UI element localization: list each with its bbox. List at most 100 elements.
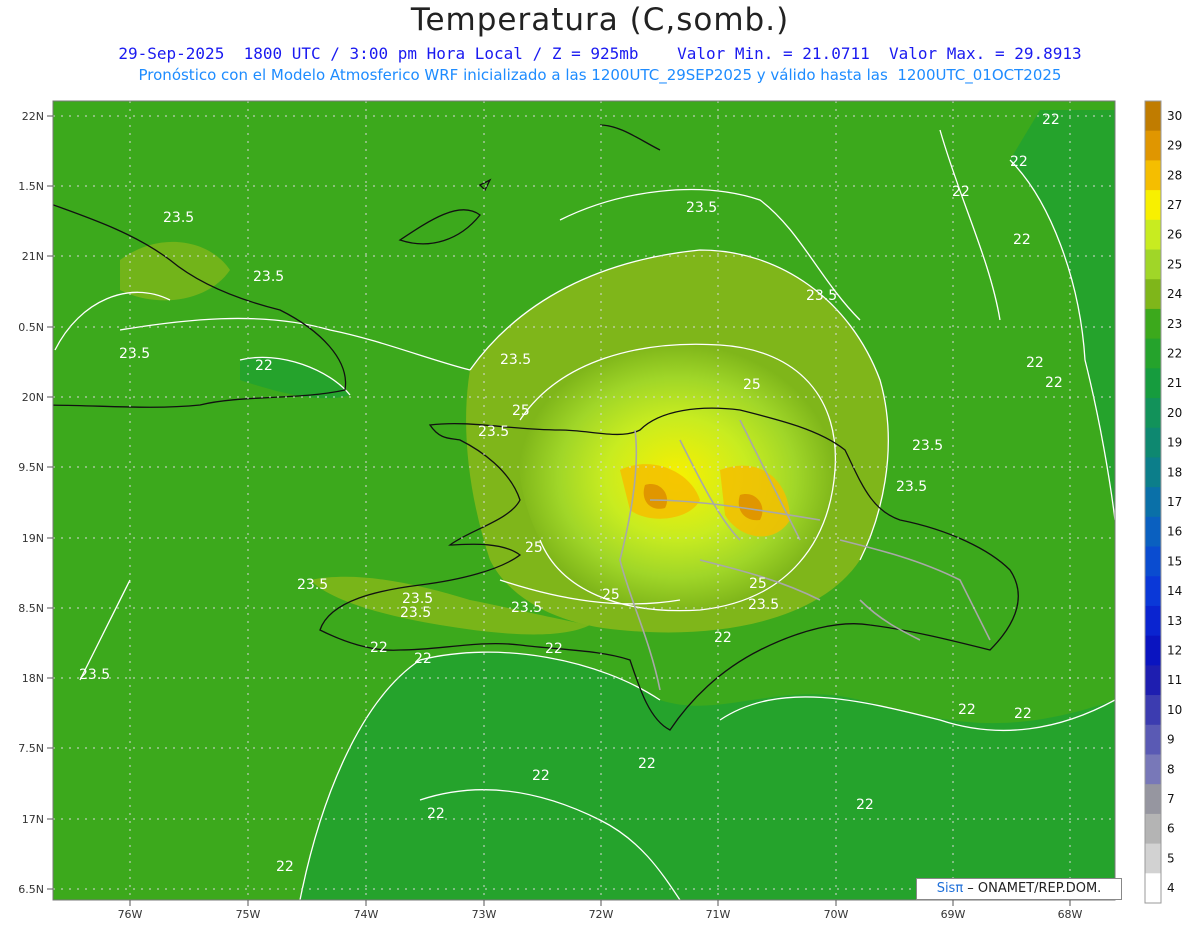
contour-label: 22 [1013,232,1031,248]
lon-label: 76W [118,908,143,921]
colorbar-legend: 30 29 28 27 26 25 24 23 22 21 20 19 18 17 16 15 14 13 12 11… [1144,100,1182,904]
contour-label: 22 [714,630,732,646]
brand-logo-text: Sisπ [936,881,964,896]
colorbar-swatch [1145,219,1161,251]
colorbar-swatch [1145,279,1161,310]
lat-label: 7.5N [18,742,44,755]
colorbar-swatch [1145,724,1161,755]
contour-label: 22 [1026,355,1044,371]
lat-label: 17N [22,813,44,826]
colorbar-label: 7 [1167,792,1175,806]
lon-tick: 74W [354,900,379,921]
colorbar-swatch [1145,249,1161,280]
lon-label: 69W [941,908,966,921]
colorbar-swatch [1145,457,1161,488]
lat-tick: 9.5N [18,461,53,474]
colorbar-label: 28 [1167,168,1182,182]
colorbar-label: 23 [1167,317,1182,331]
contour-label: 23.5 [511,600,542,616]
colorbar-label: 9 [1167,733,1175,747]
contour-label: 22 [255,358,273,374]
colorbar-label: 6 [1167,822,1175,836]
colorbar-label: 12 [1167,644,1182,658]
longitude-axis: 76W 75W 74W 73W 72W 71W 70W 69W 68W [118,900,1083,921]
colorbar-swatch [1145,843,1161,874]
lon-label: 68W [1058,908,1083,921]
colorbar-swatch [1145,338,1161,369]
colorbar-swatch [1145,487,1161,518]
colorbar-swatch [1145,130,1161,161]
colorbar-swatch [1145,635,1161,666]
contour-label: 23.5 [163,210,194,226]
contour-label: 23.5 [912,438,943,454]
field-layer: 22 22 22 22 22 22 22 22 22 22 22 22 22 2… [53,101,1115,900]
latitude-axis: 22N 1.5N 21N 0.5N 20N 9.5N 19N 8.5N 18N … [18,110,53,896]
contour-label: 23.5 [119,346,150,362]
lat-tick: 1.5N [18,180,53,193]
colorbar-label: 11 [1167,673,1182,687]
contour-label: 22 [952,184,970,200]
colorbar-label: 27 [1167,198,1182,212]
colorbar-label: 5 [1167,851,1175,865]
contour-label: 23.5 [253,269,284,285]
credit-text: – ONAMET/REP.DOM. [963,881,1102,896]
lon-tick: 68W [1058,900,1083,921]
lon-tick: 76W [118,900,143,921]
contour-label: 22 [856,797,874,813]
colorbar-label: 24 [1167,287,1182,301]
colorbar-label: 19 [1167,436,1182,450]
contour-label: 25 [512,403,530,419]
contour-label: 22 [414,651,432,667]
lat-label: 19N [22,532,44,545]
colorbar-label: 26 [1167,228,1182,242]
contour-label: 22 [1045,375,1063,391]
colorbar-swatch [1145,368,1161,399]
colorbar-label: 14 [1167,584,1182,598]
lat-label: 6.5N [18,883,44,896]
lon-label: 70W [824,908,849,921]
contour-label: 22 [276,859,294,875]
colorbar-swatch [1145,427,1161,458]
colorbar-label: 10 [1167,703,1182,717]
lat-label: 8.5N [18,602,44,615]
lat-label: 20N [22,391,44,404]
colorbar-swatch [1145,398,1161,429]
lon-label: 75W [236,908,261,921]
contour-label: 22 [370,640,388,656]
lon-tick: 75W [236,900,261,921]
colorbar-label: 16 [1167,525,1182,539]
lat-tick: 17N [22,813,53,826]
lat-label: 0.5N [18,321,44,334]
lon-tick: 69W [941,900,966,921]
contour-label: 22 [532,768,550,784]
colorbar-swatch [1145,516,1161,548]
colorbar-label: 4 [1167,881,1175,895]
lon-tick: 70W [824,900,849,921]
contour-label: 22 [638,756,656,772]
lon-tick: 71W [706,900,731,921]
contour-label: 22 [545,641,563,657]
contour-label: 23.5 [806,288,837,304]
colorbar-label: 30 [1167,109,1182,123]
colorbar-swatch [1145,665,1161,696]
colorbar-swatch [1145,160,1161,191]
contour-label: 23.5 [686,200,717,216]
contour-label: 23.5 [400,605,431,621]
colorbar-swatch [1145,576,1161,607]
lon-label: 74W [354,908,379,921]
lat-tick: 19N [22,532,53,545]
colorbar-label: 18 [1167,465,1182,479]
contour-label: 22 [427,806,445,822]
lat-tick: 22N [22,110,53,123]
contour-label: 22 [1042,112,1060,128]
lat-tick: 6.5N [18,883,53,896]
colorbar-label: 22 [1167,346,1182,360]
colorbar-swatch [1145,873,1161,904]
colorbar-swatch [1145,695,1161,726]
contour-label: 25 [743,377,761,393]
colorbar-label: 25 [1167,257,1182,271]
colorbar-swatch [1145,546,1161,577]
lat-tick: 20N [22,391,53,404]
colorbar-label: 8 [1167,762,1175,776]
contour-label: 23.5 [79,667,110,683]
